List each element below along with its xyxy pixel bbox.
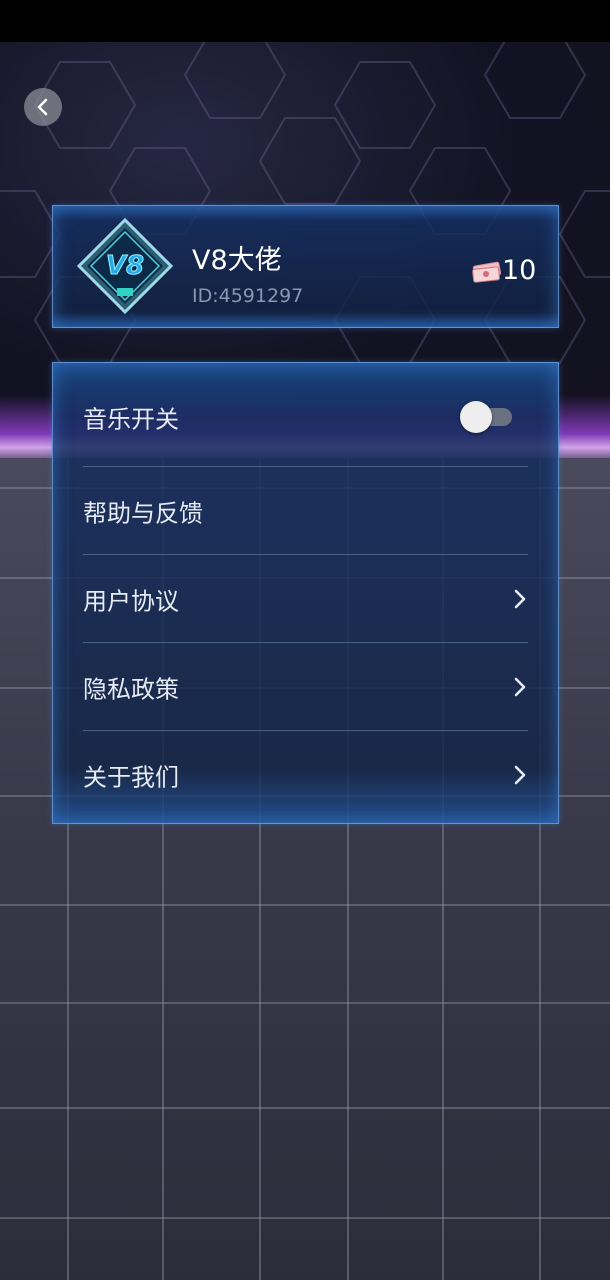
about-us-label: 关于我们 xyxy=(83,763,179,792)
toggle-thumb xyxy=(460,401,492,433)
money-bill-icon xyxy=(472,261,502,283)
music-toggle-row: 音乐开关 xyxy=(83,373,528,461)
chevron-right-icon xyxy=(514,765,526,785)
settings-card: 音乐开关 帮助与反馈 用户协议 隐私政策 关于我们 xyxy=(52,362,559,824)
user-id: ID:4591297 xyxy=(192,285,304,307)
privacy-policy-label: 隐私政策 xyxy=(83,675,179,704)
chevron-right-icon xyxy=(514,589,526,609)
status-bar xyxy=(0,0,610,42)
music-toggle-switch[interactable] xyxy=(460,401,512,433)
back-button[interactable] xyxy=(24,88,62,126)
v8-diamond-badge-icon: V8 xyxy=(77,218,173,314)
username: V8大佬 xyxy=(192,245,282,276)
currency-amount: 10 xyxy=(502,255,537,286)
chevron-right-icon xyxy=(514,677,526,697)
help-feedback-label: 帮助与反馈 xyxy=(83,499,203,528)
chevron-left-icon xyxy=(37,98,48,116)
profile-card: V8 V8大佬 ID:4591297 10 xyxy=(52,205,559,328)
help-feedback-row[interactable]: 帮助与反馈 xyxy=(83,467,528,555)
user-agreement-row[interactable]: 用户协议 xyxy=(83,555,528,643)
about-us-row[interactable]: 关于我们 xyxy=(83,731,528,819)
user-agreement-label: 用户协议 xyxy=(83,587,179,616)
privacy-policy-row[interactable]: 隐私政策 xyxy=(83,643,528,731)
svg-text:V8: V8 xyxy=(106,251,144,281)
music-toggle-label: 音乐开关 xyxy=(83,405,179,434)
